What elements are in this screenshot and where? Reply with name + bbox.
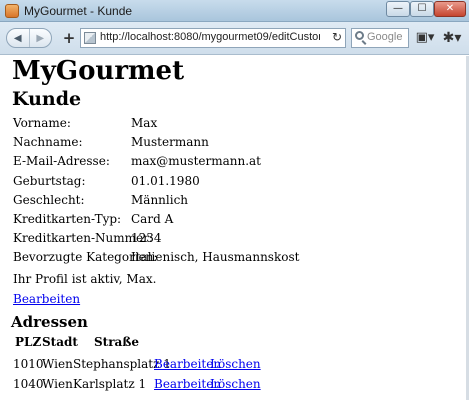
- field-label: Geschlecht:: [13, 192, 85, 207]
- field-label: Geburtstag:: [13, 173, 86, 188]
- minimize-button[interactable]: —: [386, 1, 410, 17]
- back-button[interactable]: ◀: [7, 29, 29, 47]
- profile-status-text: Ihr Profil ist aktiv, Max.: [13, 272, 157, 286]
- url-text[interactable]: http://localhost:8080/mygourmet09/editCu…: [100, 31, 320, 43]
- tools-menu-gear-button[interactable]: ✱▾: [439, 29, 465, 47]
- field-value: Card A: [131, 211, 174, 226]
- field-value: Italienisch, Hausmannskost: [131, 250, 300, 265]
- page-content: MyGourmet Kunde Vorname: Max Nachname: M…: [0, 56, 466, 400]
- address-bar[interactable]: http://localhost:8080/mygourmet09/editCu…: [80, 28, 346, 48]
- field-value: max@mustermann.at: [131, 154, 262, 169]
- field-label: Nachname:: [13, 135, 83, 150]
- column-header-plz: PLZ: [15, 335, 42, 349]
- page-favicon-icon: [84, 32, 96, 44]
- edit-customer-link[interactable]: Bearbeiten: [13, 292, 80, 306]
- search-icon: [355, 31, 364, 40]
- cell-stadt: Wien: [42, 357, 73, 371]
- page-menu-button[interactable]: ▣▾: [413, 29, 437, 47]
- delete-address-link[interactable]: Löschen: [210, 377, 261, 391]
- navigation-buttons: ◀ ▶: [6, 28, 52, 48]
- field-label: Kreditkarten-Typ:: [13, 211, 122, 226]
- field-value: 1234: [131, 231, 162, 246]
- field-value: Mustermann: [131, 135, 209, 150]
- window-title-bar: MyGourmet - Kunde — ☐ ✕: [0, 0, 469, 22]
- field-value: Männlich: [131, 192, 189, 207]
- search-input[interactable]: [367, 31, 407, 43]
- page-title: MyGourmet: [12, 56, 185, 86]
- cell-stadt: Wien: [42, 377, 73, 391]
- addresses-heading: Adressen: [11, 313, 88, 331]
- window-title: MyGourmet - Kunde: [24, 4, 133, 18]
- close-window-button[interactable]: ✕: [434, 1, 466, 17]
- search-box[interactable]: [351, 28, 409, 48]
- forward-button[interactable]: ▶: [28, 29, 52, 47]
- browser-toolbar: ◀ ▶ + http://localhost:8080/mygourmet09/…: [0, 22, 469, 55]
- firefox-app-icon: [5, 4, 19, 18]
- field-value: Max: [131, 116, 158, 130]
- maximize-button[interactable]: ☐: [410, 1, 434, 17]
- field-value: 01.01.1980: [131, 173, 200, 188]
- cell-strasse: Karlsplatz 1: [73, 377, 147, 391]
- reload-icon[interactable]: ↻: [332, 30, 342, 44]
- field-label: Vorname:: [13, 116, 71, 130]
- new-tab-button[interactable]: +: [60, 28, 78, 48]
- page-heading: Kunde: [12, 88, 82, 110]
- cell-plz: 1040: [13, 377, 44, 391]
- cell-plz: 1010: [13, 357, 44, 371]
- column-header-stadt: Stadt: [42, 335, 78, 349]
- delete-address-link[interactable]: Löschen: [210, 357, 261, 371]
- field-label: E-Mail-Adresse:: [13, 154, 110, 169]
- column-header-strasse: Straße: [94, 335, 140, 349]
